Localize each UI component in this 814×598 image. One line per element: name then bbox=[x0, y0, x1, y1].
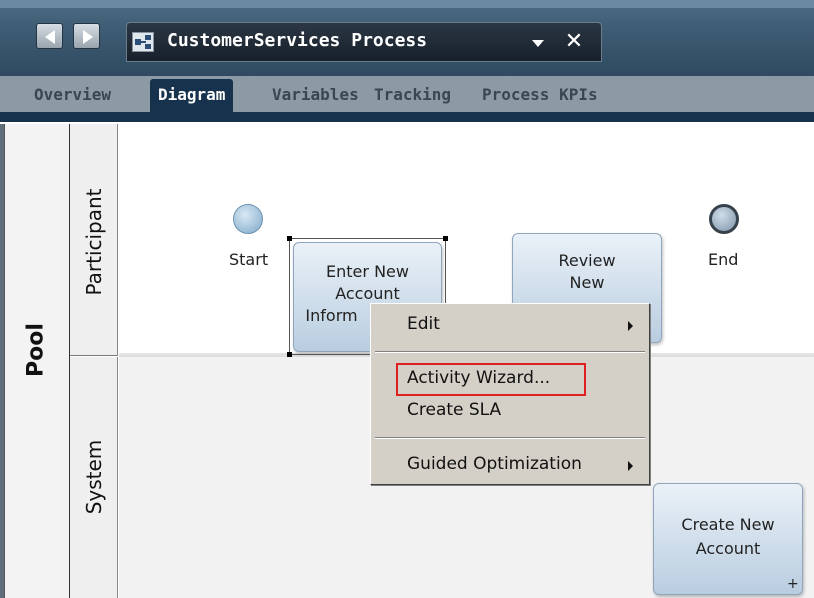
lane-header-system[interactable]: System bbox=[70, 357, 118, 598]
activity-label-line: New bbox=[569, 273, 605, 292]
submenu-arrow-icon bbox=[628, 321, 633, 331]
arrow-right-icon bbox=[83, 30, 93, 44]
pool-label: Pool bbox=[23, 323, 49, 377]
close-icon[interactable]: ✕ bbox=[561, 29, 587, 55]
selection-handle[interactable] bbox=[443, 236, 448, 241]
tab-process-kpis[interactable]: Process KPIs bbox=[482, 85, 598, 104]
process-editor-window: CustomerServices Process ✕ Overview Diag… bbox=[0, 0, 814, 598]
selection-handle[interactable] bbox=[287, 352, 292, 357]
menu-separator bbox=[375, 437, 645, 439]
menu-item-create-sla[interactable]: Create SLA bbox=[407, 400, 501, 420]
pool-header[interactable]: Pool bbox=[4, 124, 70, 598]
view-tab-strip: Overview Diagram Variables Tracking Proc… bbox=[0, 76, 814, 122]
document-title: CustomerServices Process bbox=[167, 30, 428, 51]
lane-label-participant: Participant bbox=[82, 188, 106, 296]
highlight-annotation bbox=[396, 363, 586, 396]
context-menu: Edit Activity Wizard... Create SLA Guide… bbox=[370, 303, 650, 485]
title-bar-highlight bbox=[0, 0, 814, 8]
end-event-label: End bbox=[708, 250, 739, 269]
menu-item-guided-optimization[interactable]: Guided Optimization bbox=[407, 454, 582, 474]
menu-separator bbox=[375, 351, 645, 353]
activity-create-new-account[interactable]: Create New Account + bbox=[653, 483, 803, 595]
lane-header-participant[interactable]: Participant bbox=[70, 124, 118, 356]
lane-label-system: System bbox=[82, 439, 106, 515]
tab-overview[interactable]: Overview bbox=[34, 85, 111, 104]
menu-item-edit[interactable]: Edit bbox=[407, 314, 440, 334]
end-event[interactable] bbox=[709, 204, 739, 234]
start-event-label: Start bbox=[229, 250, 269, 269]
back-button[interactable] bbox=[36, 23, 63, 49]
tab-strip-underline bbox=[0, 112, 814, 122]
tab-variables[interactable]: Variables bbox=[272, 85, 359, 104]
activity-label-line: Account bbox=[695, 539, 761, 558]
tab-diagram[interactable]: Diagram bbox=[150, 79, 234, 115]
process-diagram-icon bbox=[132, 32, 154, 52]
tab-tracking[interactable]: Tracking bbox=[374, 85, 451, 104]
forward-button[interactable] bbox=[73, 23, 100, 49]
start-event[interactable] bbox=[233, 204, 263, 234]
expand-plus-icon[interactable]: + bbox=[787, 576, 799, 592]
chevron-down-icon[interactable] bbox=[532, 40, 544, 47]
activity-label-line: Create New bbox=[681, 515, 775, 534]
arrow-left-icon bbox=[45, 30, 55, 44]
selection-handle[interactable] bbox=[287, 236, 292, 241]
title-bar: CustomerServices Process ✕ bbox=[0, 0, 814, 76]
document-tab[interactable]: CustomerServices Process ✕ bbox=[126, 22, 602, 62]
submenu-arrow-icon bbox=[628, 461, 633, 471]
activity-label-line: Review bbox=[558, 251, 616, 270]
